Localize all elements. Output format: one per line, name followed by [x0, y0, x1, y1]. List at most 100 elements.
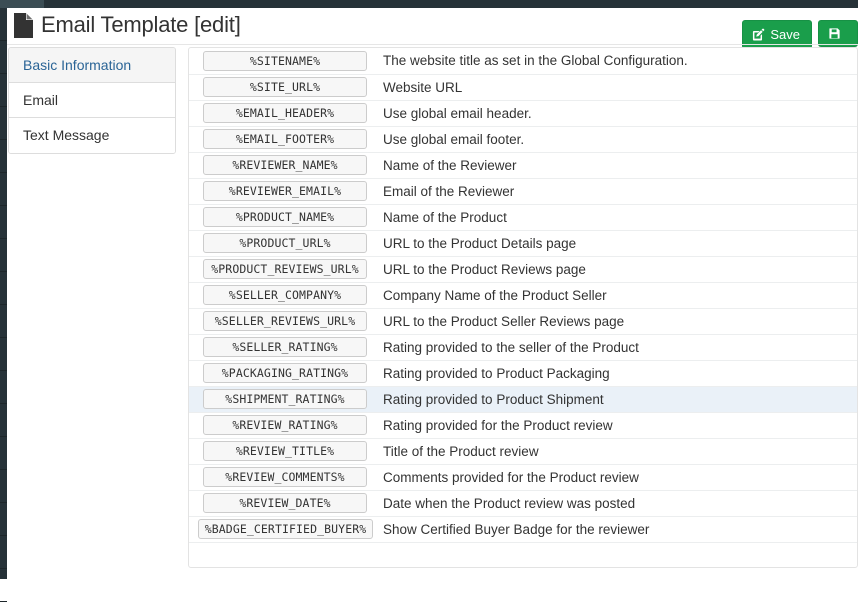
table-row[interactable]: %SITE_URL% Website URL — [189, 74, 857, 100]
table-row[interactable]: %REVIEWER_NAME% Name of the Reviewer — [189, 152, 857, 178]
token-cell: %REVIEWER_EMAIL% — [189, 178, 375, 204]
token-cell: %REVIEW_COMMENTS% — [189, 464, 375, 490]
header-divider — [7, 44, 858, 45]
rail-segment[interactable] — [0, 74, 7, 107]
description-cell: Name of the Reviewer — [375, 152, 857, 178]
placeholder-token[interactable]: %EMAIL_HEADER% — [203, 103, 367, 123]
placeholder-token[interactable]: %PRODUCT_URL% — [203, 233, 367, 253]
rail-segment[interactable] — [0, 437, 7, 470]
description-cell: URL to the Product Reviews page — [375, 256, 857, 282]
rail-segment[interactable] — [0, 272, 7, 305]
description-cell: Rating provided for the Product review — [375, 412, 857, 438]
sidebar-item-label: Email — [23, 92, 58, 108]
description-cell: Date when the Product review was posted — [375, 490, 857, 516]
table-row[interactable]: %REVIEW_RATING% Rating provided for the … — [189, 412, 857, 438]
token-cell: %REVIEW_TITLE% — [189, 438, 375, 464]
table-row[interactable]: %EMAIL_FOOTER% Use global email footer. — [189, 126, 857, 152]
description-cell: Email of the Reviewer — [375, 178, 857, 204]
rail-segment[interactable] — [0, 569, 7, 602]
placeholder-token[interactable]: %BADGE_CERTIFIED_BUYER% — [198, 519, 373, 539]
rail-segment[interactable] — [0, 536, 7, 569]
page-header: Email Template [edit] Save — [7, 8, 858, 44]
description-cell: Company Name of the Product Seller — [375, 282, 857, 308]
table-row[interactable]: %REVIEW_COMMENTS% Comments provided for … — [189, 464, 857, 490]
rail-segment[interactable] — [0, 404, 7, 437]
placeholder-token[interactable]: %PRODUCT_NAME% — [203, 207, 367, 227]
description-cell: Rating provided to Product Packaging — [375, 360, 857, 386]
token-cell: %EMAIL_FOOTER% — [189, 126, 375, 152]
save-and-close-button[interactable] — [818, 20, 858, 47]
pencil-square-icon — [752, 28, 765, 41]
sidebar-item-email[interactable]: Email — [9, 83, 175, 118]
token-cell: %BADGE_CERTIFIED_BUYER% — [189, 516, 375, 542]
placeholder-token[interactable]: %REVIEW_COMMENTS% — [203, 467, 367, 487]
placeholder-token[interactable]: %REVIEW_TITLE% — [203, 441, 367, 461]
table-row[interactable]: %SELLER_RATING% Rating provided to the s… — [189, 334, 857, 360]
table-row[interactable]: %SELLER_REVIEWS_URL% URL to the Product … — [189, 308, 857, 334]
table-row[interactable]: %PRODUCT_NAME% Name of the Product — [189, 204, 857, 230]
table-row[interactable]: %REVIEWER_EMAIL% Email of the Reviewer — [189, 178, 857, 204]
table-row[interactable]: %SHIPMENT_RATING% Rating provided to Pro… — [189, 386, 857, 412]
rail-segment[interactable] — [0, 41, 7, 74]
table-row[interactable]: %PACKAGING_RATING% Rating provided to Pr… — [189, 360, 857, 386]
description-cell: Use global email footer. — [375, 126, 857, 152]
placeholder-token[interactable]: %REVIEW_DATE% — [203, 493, 367, 513]
rail-segment[interactable] — [0, 239, 7, 272]
token-cell: %SELLER_RATING% — [189, 334, 375, 360]
top-navbar — [0, 0, 858, 8]
sidebar-tabs: Basic Information Email Text Message — [8, 47, 176, 154]
token-cell: %PRODUCT_NAME% — [189, 204, 375, 230]
table-row[interactable]: %REVIEW_TITLE% Title of the Product revi… — [189, 438, 857, 464]
sidebar-item-basic-information[interactable]: Basic Information — [9, 48, 175, 83]
placeholder-token[interactable]: %SITENAME% — [203, 51, 367, 71]
table-row[interactable]: %BADGE_CERTIFIED_BUYER% Show Certified B… — [189, 516, 857, 542]
placeholder-token[interactable]: %SELLER_REVIEWS_URL% — [203, 311, 367, 331]
table-row[interactable]: %EMAIL_HEADER% Use global email header. — [189, 100, 857, 126]
table-row[interactable]: %SITENAME% The website title as set in t… — [189, 48, 857, 74]
rail-segment[interactable] — [0, 305, 7, 338]
save-button-label: Save — [770, 27, 800, 42]
sidebar-item-text-message[interactable]: Text Message — [9, 118, 175, 153]
rail-segment[interactable] — [0, 470, 7, 503]
description-cell: Title of the Product review — [375, 438, 857, 464]
placeholders-panel: %SITENAME% The website title as set in t… — [188, 47, 858, 568]
placeholder-token[interactable]: %REVIEW_RATING% — [203, 415, 367, 435]
placeholder-token[interactable]: %REVIEWER_EMAIL% — [203, 181, 367, 201]
placeholder-token[interactable]: %PRODUCT_REVIEWS_URL% — [203, 259, 367, 279]
table-row[interactable]: %PRODUCT_URL% URL to the Product Details… — [189, 230, 857, 256]
token-cell: %SELLER_COMPANY% — [189, 282, 375, 308]
table-row[interactable]: %REVIEW_DATE% Date when the Product revi… — [189, 490, 857, 516]
navbar-active-item[interactable] — [0, 0, 44, 8]
placeholder-token[interactable]: %SELLER_RATING% — [203, 337, 367, 357]
sidebar-item-label: Text Message — [23, 127, 109, 143]
table-row[interactable]: %PRODUCT_REVIEWS_URL% URL to the Product… — [189, 256, 857, 282]
token-cell: %PACKAGING_RATING% — [189, 360, 375, 386]
placeholder-token[interactable]: %SITE_URL% — [203, 77, 367, 97]
token-cell: %REVIEWER_NAME% — [189, 152, 375, 178]
rail-segment[interactable] — [0, 173, 7, 206]
placeholders-table-body: %SITENAME% The website title as set in t… — [189, 48, 857, 542]
placeholder-token[interactable]: %SHIPMENT_RATING% — [203, 389, 367, 409]
left-nav-rail — [0, 8, 7, 579]
rail-segment[interactable] — [0, 206, 7, 239]
placeholder-token[interactable]: %PACKAGING_RATING% — [203, 363, 367, 383]
token-cell: %REVIEW_RATING% — [189, 412, 375, 438]
save-close-icon — [828, 27, 841, 40]
rail-segment[interactable] — [0, 8, 7, 41]
token-cell: %REVIEW_DATE% — [189, 490, 375, 516]
rail-segment[interactable] — [0, 107, 7, 140]
token-cell: %SITENAME% — [189, 48, 375, 74]
rail-segment[interactable] — [0, 503, 7, 536]
page-title-group: Email Template [edit] — [14, 12, 241, 38]
placeholder-token[interactable]: %REVIEWER_NAME% — [203, 155, 367, 175]
table-row[interactable]: %SELLER_COMPANY% Company Name of the Pro… — [189, 282, 857, 308]
rail-segment[interactable] — [0, 338, 7, 371]
placeholder-token[interactable]: %SELLER_COMPANY% — [203, 285, 367, 305]
description-cell: Name of the Product — [375, 204, 857, 230]
description-cell: Show Certified Buyer Badge for the revie… — [375, 516, 857, 542]
description-cell: Rating provided to Product Shipment — [375, 386, 857, 412]
rail-segment[interactable] — [0, 140, 7, 173]
placeholder-token[interactable]: %EMAIL_FOOTER% — [203, 129, 367, 149]
rail-segment[interactable] — [0, 371, 7, 404]
description-cell: Rating provided to the seller of the Pro… — [375, 334, 857, 360]
